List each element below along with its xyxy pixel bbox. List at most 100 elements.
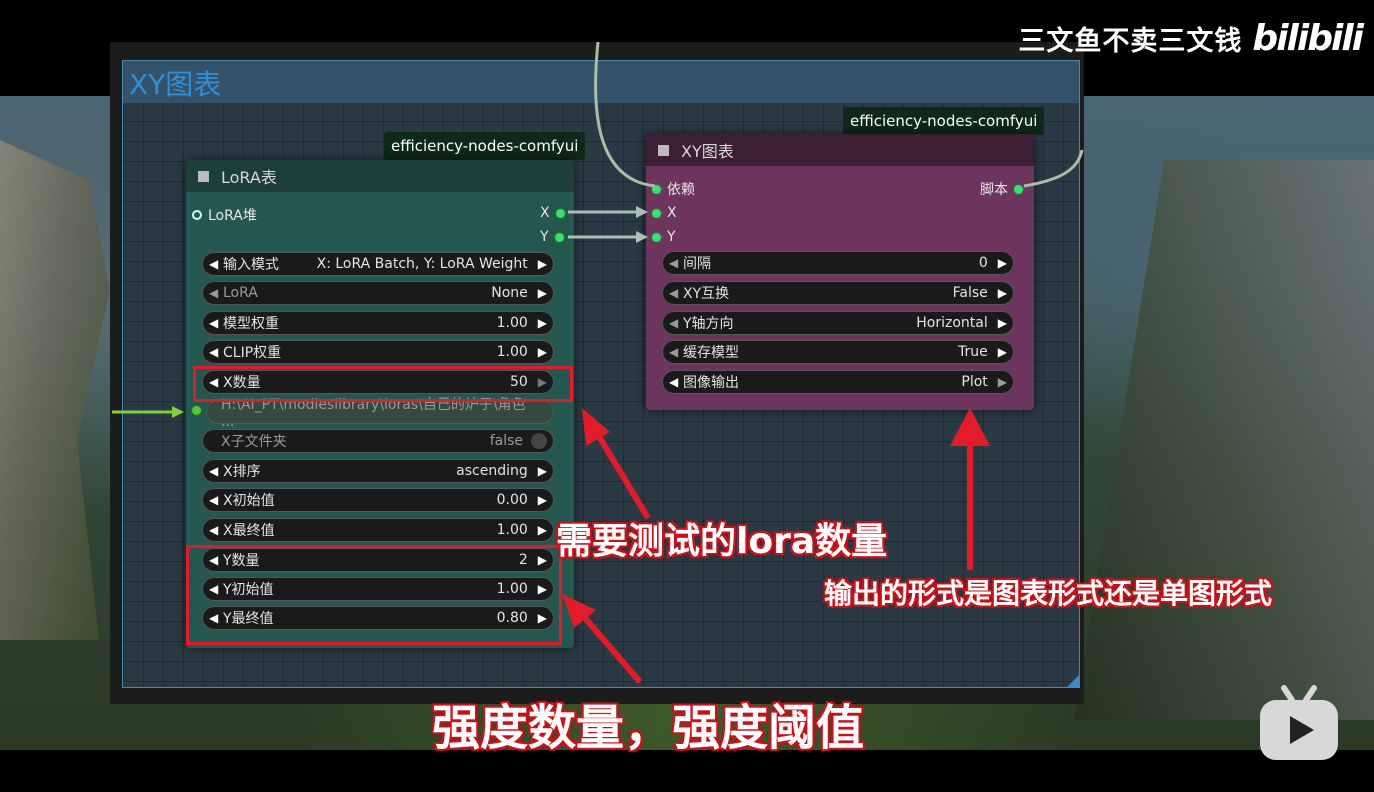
increment-arrow-icon[interactable]: ▶ (538, 345, 547, 359)
lora-stack-label: LoRA堆 (208, 208, 257, 224)
output-dot-icon[interactable] (555, 208, 565, 218)
widget-label: X最终值 (223, 523, 275, 539)
widget-x-start[interactable]: ◀ X初始值 0.00 ▶ (202, 488, 554, 512)
annotation-output-form: 输出的形式是图表形式还是单图形式 (824, 577, 1273, 610)
group-title: XY图表 (129, 68, 222, 101)
output-dot-icon[interactable] (554, 232, 564, 242)
widget-input-mode[interactable]: ◀ 输入模式 X: LoRA Batch, Y: LoRA Weight ▶ (202, 252, 554, 276)
widget-x-subfolder[interactable]: X子文件夹 false (202, 429, 554, 453)
widget-value: 1.00 (496, 522, 528, 538)
widget-value: 1.00 (496, 315, 528, 331)
lora-output-y[interactable]: Y (540, 229, 564, 245)
highlight-y-settings (186, 545, 562, 645)
widget-lora[interactable]: ◀ LoRA None ▶ (202, 281, 554, 305)
group-resize-handle[interactable] (1067, 675, 1079, 687)
output-label: 脚本 (980, 182, 1008, 198)
widget-label: Y轴方向 (683, 316, 734, 332)
decrement-arrow-icon[interactable]: ◀ (209, 493, 223, 507)
widget-image-output[interactable]: ◀ 图像输出 Plot ▶ (662, 370, 1014, 394)
widget-label: X初始值 (223, 493, 275, 509)
widget-x-end[interactable]: ◀ X最终值 1.00 ▶ (202, 518, 554, 542)
decrement-arrow-icon[interactable]: ◀ (669, 345, 683, 359)
increment-arrow-icon[interactable]: ▶ (998, 256, 1007, 270)
lora-path-input-slot[interactable] (192, 406, 201, 415)
widget-y-direction[interactable]: ◀ Y轴方向 Horizontal ▶ (662, 311, 1014, 335)
input-dot-icon[interactable] (652, 232, 661, 242)
widget-label: 图像输出 (683, 375, 739, 391)
collapse-square-icon[interactable] (198, 170, 209, 182)
toggle-knob-icon[interactable] (531, 433, 547, 449)
widget-value: 1.00 (496, 344, 528, 360)
widget-value: None (491, 285, 528, 301)
widget-value: X: LoRA Batch, Y: LoRA Weight (316, 256, 528, 272)
widget-value: 0.00 (496, 492, 528, 508)
widget-model-weight[interactable]: ◀ 模型权重 1.00 ▶ (202, 311, 554, 335)
decrement-arrow-icon[interactable]: ◀ (209, 286, 223, 300)
output-dot-icon[interactable] (1014, 184, 1023, 194)
decrement-arrow-icon[interactable]: ◀ (209, 316, 223, 330)
input-label: Y (667, 229, 676, 245)
widget-label: X子文件夹 (221, 434, 287, 450)
widget-value: False (952, 285, 988, 301)
decrement-arrow-icon[interactable]: ◀ (209, 257, 223, 271)
widget-label: 缓存模型 (683, 345, 739, 361)
bilibili-tv-icon[interactable] (1258, 684, 1340, 762)
highlight-x-count (193, 366, 573, 402)
input-dot-icon[interactable] (192, 406, 201, 415)
widget-value: 0 (978, 255, 988, 271)
lora-stack-input-slot[interactable]: LoRA堆 (192, 205, 257, 225)
widget-label: 间隔 (683, 256, 711, 272)
annotation-strength: 强度数量，强度阈值 (432, 700, 865, 756)
input-dot-icon[interactable] (652, 184, 661, 194)
decrement-arrow-icon[interactable]: ◀ (209, 464, 223, 478)
increment-arrow-icon[interactable]: ▶ (998, 345, 1007, 359)
increment-arrow-icon[interactable]: ▶ (538, 257, 547, 271)
widget-label: XY互换 (683, 286, 730, 302)
increment-arrow-icon[interactable]: ▶ (538, 464, 547, 478)
widget-label: X排序 (223, 464, 261, 480)
decrement-arrow-icon[interactable]: ◀ (669, 256, 683, 270)
increment-arrow-icon[interactable]: ▶ (998, 375, 1007, 389)
widget-label: 模型权重 (223, 316, 279, 332)
xy-input-y[interactable]: Y (652, 229, 676, 245)
increment-arrow-icon[interactable]: ▶ (538, 523, 547, 537)
widget-spacing[interactable]: ◀ 间隔 0 ▶ (662, 251, 1014, 275)
increment-arrow-icon[interactable]: ▶ (538, 316, 547, 330)
decrement-arrow-icon[interactable]: ◀ (209, 345, 223, 359)
widget-label: LoRA (223, 285, 258, 301)
decrement-arrow-icon[interactable]: ◀ (209, 523, 223, 537)
widget-label: 输入模式 (223, 257, 279, 273)
xy-output-script[interactable]: 脚本 (980, 179, 1023, 199)
widget-value: Horizontal (916, 315, 988, 331)
output-y-label: Y (540, 229, 549, 245)
xy-input-x[interactable]: X (652, 205, 677, 221)
xy-node-title-bar[interactable]: XY图表 (646, 134, 1034, 166)
increment-arrow-icon[interactable]: ▶ (538, 493, 547, 507)
xy-input-dependency[interactable]: 依赖 (652, 179, 695, 199)
input-label: X (667, 205, 677, 221)
decrement-arrow-icon[interactable]: ◀ (669, 286, 683, 300)
input-label: 依赖 (667, 182, 695, 198)
group-header[interactable]: XY图表 (123, 61, 1079, 103)
widget-cache-model[interactable]: ◀ 缓存模型 True ▶ (662, 340, 1014, 364)
widget-x-sort[interactable]: ◀ X排序 ascending ▶ (202, 459, 554, 483)
decrement-arrow-icon[interactable]: ◀ (669, 316, 683, 330)
lora-node-source-tag: efficiency-nodes-comfyui (384, 132, 586, 160)
increment-arrow-icon[interactable]: ▶ (998, 286, 1007, 300)
collapse-square-icon[interactable] (658, 144, 669, 156)
widget-lora-path[interactable]: H:\AI_PT\modleslibrary\loras\自己的炉子\角色 ..… (206, 397, 554, 430)
lora-node-title-bar[interactable]: LoRA表 (186, 160, 574, 192)
decrement-arrow-icon[interactable]: ◀ (669, 375, 683, 389)
widget-xy-swap[interactable]: ◀ XY互换 False ▶ (662, 281, 1014, 305)
input-dot-icon[interactable] (652, 208, 661, 218)
widget-clip-weight[interactable]: ◀ CLIP权重 1.00 ▶ (202, 340, 554, 364)
increment-arrow-icon[interactable]: ▶ (538, 286, 547, 300)
increment-arrow-icon[interactable]: ▶ (998, 316, 1007, 330)
annotation-lora-count: 需要测试的lora数量 (556, 521, 888, 562)
widget-value: ascending (456, 463, 528, 479)
widget-value: True (958, 344, 988, 360)
widget-value: Plot (961, 374, 988, 390)
input-ring-icon[interactable] (192, 210, 202, 220)
bilibili-logo: bilibili (1252, 18, 1364, 59)
lora-output-x[interactable]: X (540, 205, 565, 221)
